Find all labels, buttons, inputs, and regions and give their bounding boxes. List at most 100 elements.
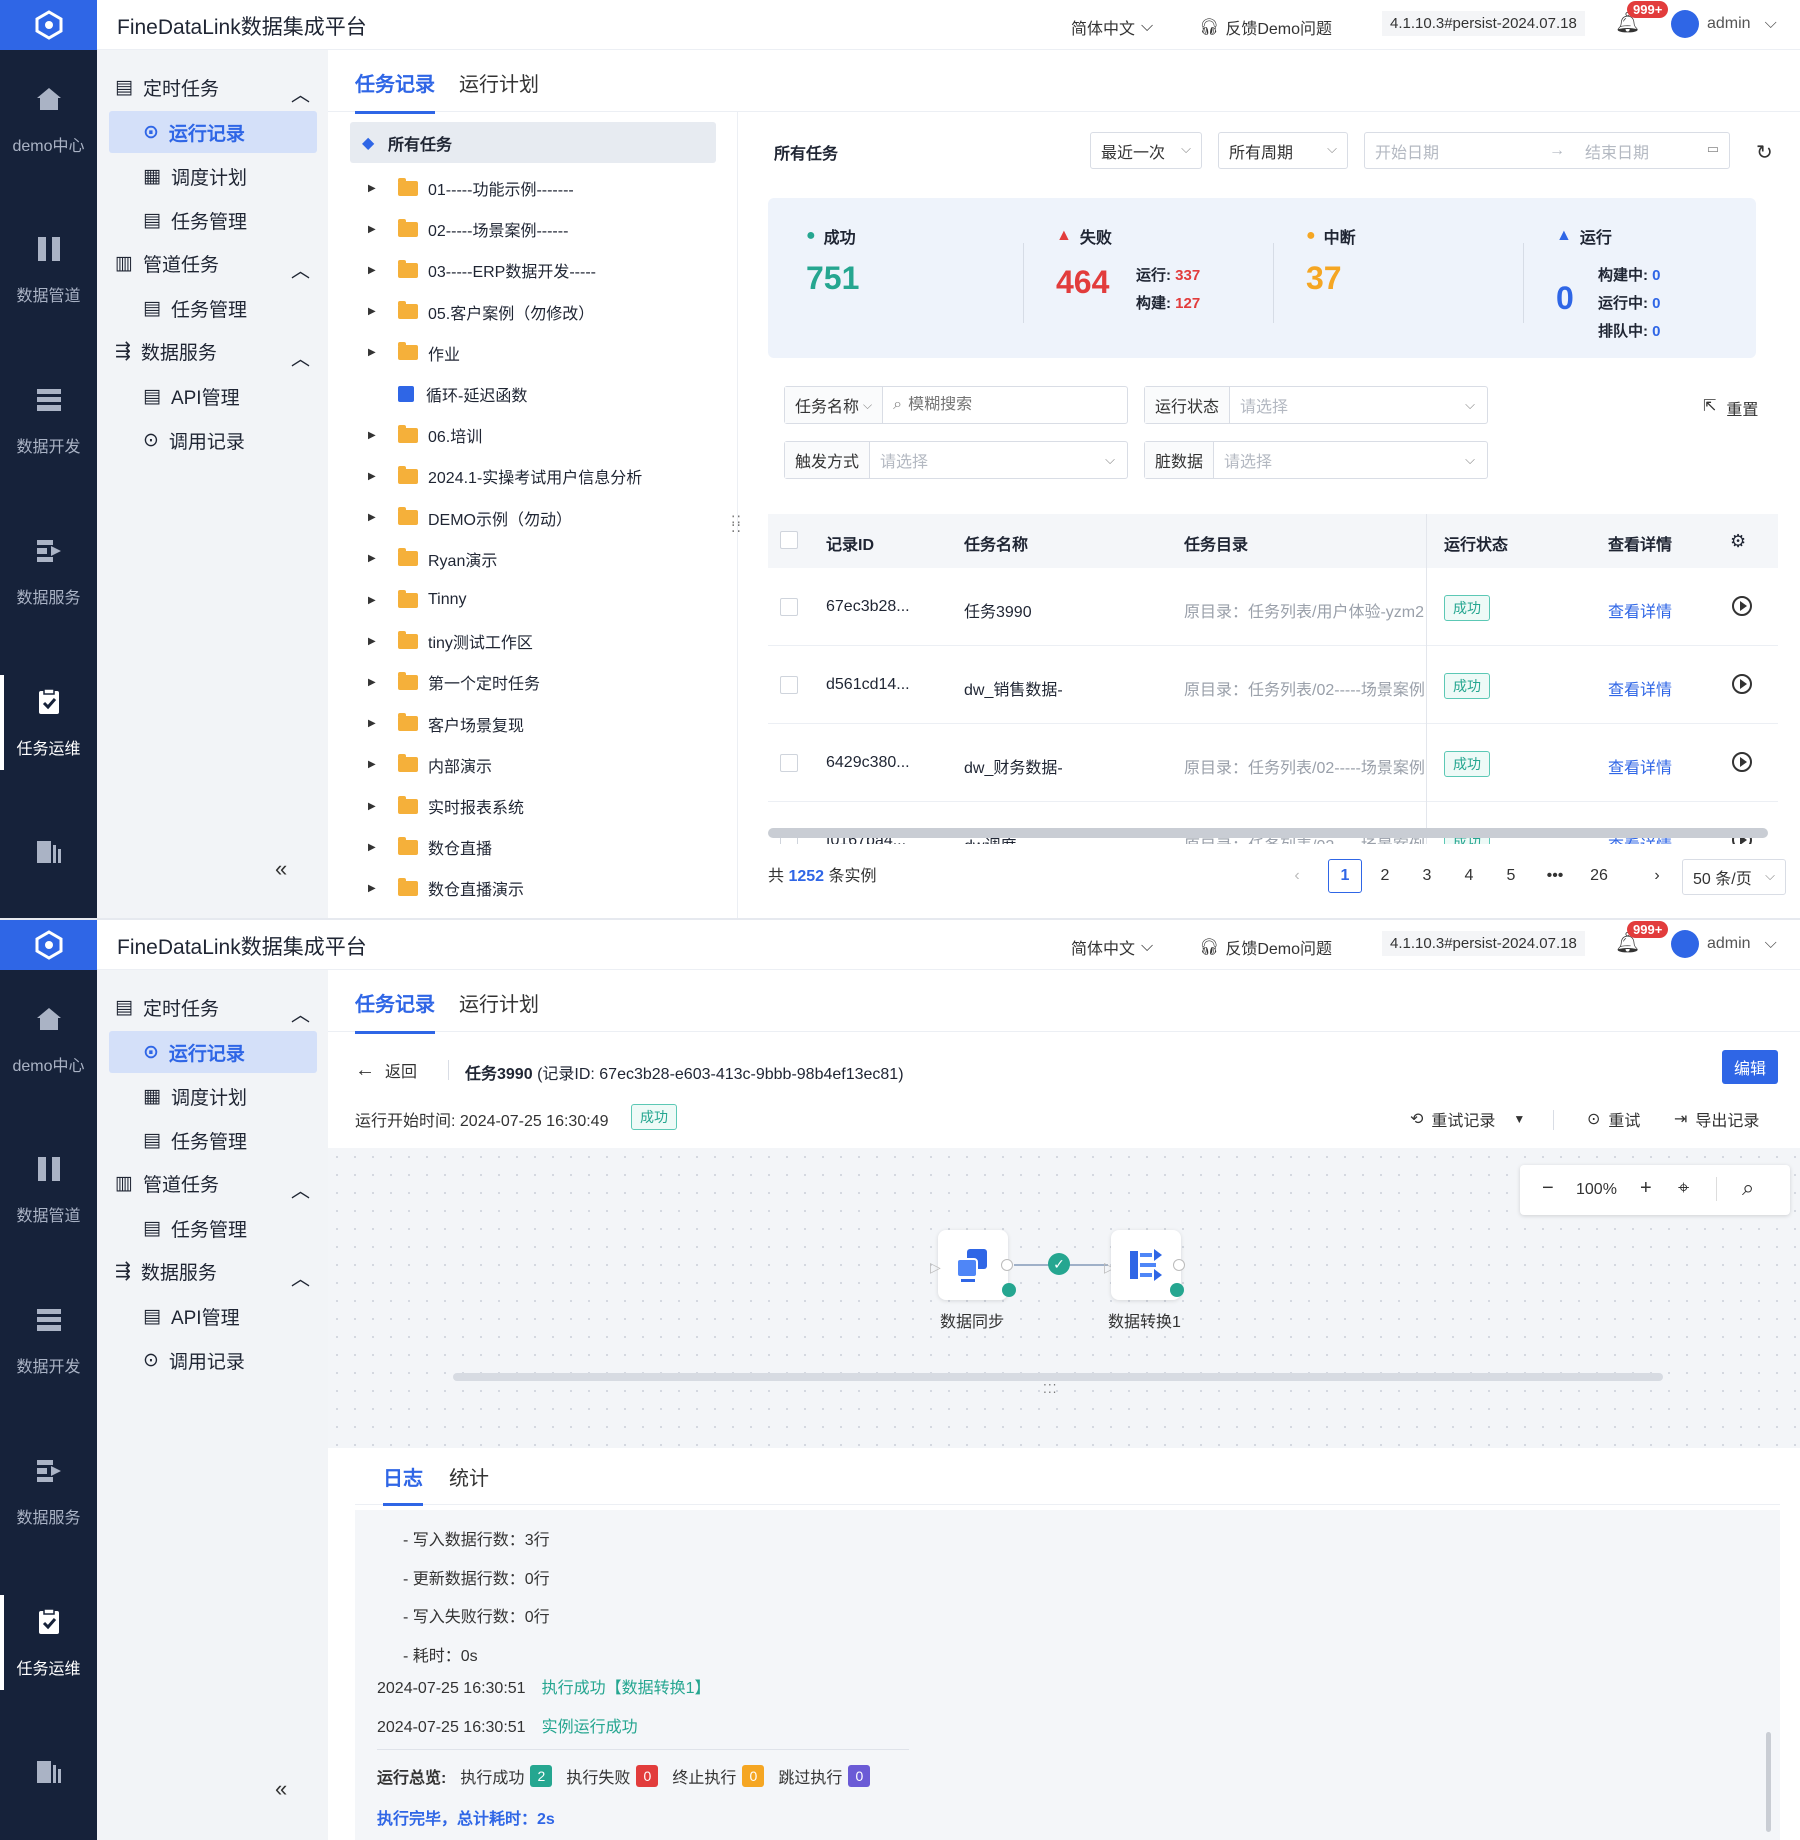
tab-run-plan[interactable]: 运行计划 xyxy=(459,988,539,1031)
page-button[interactable]: 5 xyxy=(1494,859,1528,893)
nav-group-data-service[interactable]: ⇶ 数据服务 ︿ xyxy=(115,1258,310,1290)
nav-group-data-service[interactable]: ⇶ 数据服务 ︿ xyxy=(115,338,310,370)
prev-page-button[interactable]: ‹ xyxy=(1280,859,1314,893)
tree-item[interactable]: ▶ Tinny xyxy=(368,585,467,615)
caret-right-icon[interactable]: ▶ xyxy=(368,636,382,647)
tree-item[interactable]: ▶ 作业 xyxy=(368,338,460,368)
language-selector[interactable]: 简体中文 ⌵ xyxy=(1071,935,1153,959)
page-ellipsis[interactable]: ••• xyxy=(1538,859,1572,893)
log-scrollbar[interactable] xyxy=(1766,1732,1771,1832)
caret-right-icon[interactable]: ▶ xyxy=(368,553,382,564)
rail-item-report[interactable] xyxy=(0,815,97,920)
caret-right-icon[interactable]: ▶ xyxy=(368,183,382,194)
nav-item-run-records[interactable]: ⊙ 运行记录 xyxy=(109,111,317,153)
row-checkbox[interactable] xyxy=(780,598,798,616)
nav-item-schedule-plan[interactable]: ▦ 调度计划 xyxy=(109,155,317,197)
page-button[interactable]: 1 xyxy=(1328,859,1362,893)
page-button[interactable]: 3 xyxy=(1410,859,1444,893)
table-row[interactable]: 67ec3b28... 任务3990 原目录：任务列表/用户体验-yzm2 成功 查看详… xyxy=(768,568,1778,646)
nav-item-pipeline-task-management[interactable]: ▤ 任务管理 xyxy=(109,287,317,329)
rail-item-demo[interactable]: demo中心 xyxy=(0,982,97,1092)
table-row[interactable]: 6429c380... dw_财务数据- 原目录：任务列表/02-----场景案例 成… xyxy=(768,724,1778,802)
caret-right-icon[interactable]: ▶ xyxy=(368,430,382,441)
horizontal-scrollbar[interactable] xyxy=(768,828,1768,838)
page-button[interactable]: 2 xyxy=(1368,859,1402,893)
tab-stats[interactable]: 统计 xyxy=(449,1462,489,1503)
tree-item[interactable]: ▶ Ryan演示 xyxy=(368,544,497,574)
caret-right-icon[interactable]: ▶ xyxy=(368,265,382,276)
tree-item[interactable]: ▶ 05.客户案例（勿修改） xyxy=(368,297,594,327)
rail-item-service[interactable]: 数据服务 xyxy=(0,1434,97,1544)
rail-item-pipeline[interactable]: 数据管道 xyxy=(0,212,97,322)
edit-button[interactable]: 编辑 xyxy=(1722,1050,1778,1084)
run-status-filter[interactable]: 运行状态 请选择 ⌵ xyxy=(1144,386,1488,424)
collapse-nav-button[interactable]: « xyxy=(275,1776,287,1802)
nav-item-call-records[interactable]: ⊙ 调用记录 xyxy=(109,419,317,461)
page-button[interactable]: 26 xyxy=(1582,859,1616,893)
zoom-out-button[interactable]: − xyxy=(1542,1177,1554,1200)
caret-right-icon[interactable]: ▶ xyxy=(368,883,382,894)
table-row[interactable]: d561cd14... dw_销售数据- 原目录：任务列表/02-----场景案例 成… xyxy=(768,646,1778,724)
play-circle-icon[interactable] xyxy=(1732,596,1752,616)
output-port[interactable] xyxy=(1173,1259,1185,1271)
next-page-button[interactable]: › xyxy=(1640,859,1674,893)
tree-item[interactable]: ▶ 数仓直播 xyxy=(368,832,492,862)
tab-task-records[interactable]: 任务记录 xyxy=(355,68,435,114)
cycle-select[interactable]: 所有周期 ⌵ xyxy=(1218,132,1348,169)
tree-item[interactable]: ▶ DEMO示例（勿动） xyxy=(368,503,572,533)
tree-item[interactable]: ▶ 06.培训 xyxy=(368,420,482,450)
caret-right-icon[interactable]: ▶ xyxy=(368,347,382,358)
language-selector[interactable]: 简体中文 ⌵ xyxy=(1071,15,1153,39)
caret-right-icon[interactable]: ▶ xyxy=(368,471,382,482)
rail-item-dev[interactable]: 数据开发 xyxy=(0,363,97,473)
start-date-input[interactable]: 开始日期 xyxy=(1375,139,1439,163)
nav-group-pipeline[interactable]: ▥ 管道任务 ︿ xyxy=(115,1170,310,1202)
tree-item[interactable]: ▶ 02-----场景案例------ xyxy=(368,214,568,244)
gear-icon[interactable]: ⚙︎ xyxy=(1730,531,1746,552)
canvas-scrollbar[interactable] xyxy=(453,1373,1663,1381)
avatar[interactable] xyxy=(1671,10,1699,38)
nav-item-schedule-plan[interactable]: ▦ 调度计划 xyxy=(109,1075,317,1117)
tab-log[interactable]: 日志 xyxy=(383,1462,423,1506)
zoom-in-button[interactable]: + xyxy=(1640,1177,1652,1200)
resize-handle[interactable]: ⁚⁚⁚ xyxy=(1043,1382,1057,1396)
task-name-search-input[interactable] xyxy=(902,396,1083,414)
nav-item-run-records[interactable]: ⊙ 运行记录 xyxy=(109,1031,317,1073)
view-detail-link[interactable]: 查看详情 xyxy=(1608,598,1672,622)
nav-item-task-management[interactable]: ▤ 任务管理 xyxy=(109,1119,317,1161)
caret-right-icon[interactable]: ▶ xyxy=(368,801,382,812)
dag-canvas[interactable]: − 100% + ⌖ ⌕ ▷ 数据同步 ✓ ▷ 数据转换1 ⁚⁚⁚ xyxy=(328,1148,1800,1448)
trigger-filter[interactable]: 触发方式 请选择 ⌵ xyxy=(784,441,1128,479)
node-data-sync[interactable] xyxy=(938,1230,1008,1300)
tree-item[interactable]: ▶ 2024.1-实操考试用户信息分析 xyxy=(368,461,642,491)
page-size-select[interactable]: 50 条/页 ⌵ xyxy=(1682,859,1786,895)
rail-item-demo[interactable]: demo中心 xyxy=(0,62,97,172)
user-menu[interactable]: admin ⌵ xyxy=(1707,15,1777,33)
rail-item-dev[interactable]: 数据开发 xyxy=(0,1283,97,1393)
app-logo[interactable] xyxy=(0,0,97,50)
nav-item-call-records[interactable]: ⊙ 调用记录 xyxy=(109,1339,317,1381)
caret-right-icon[interactable]: ▶ xyxy=(368,306,382,317)
caret-right-icon[interactable]: ▶ xyxy=(368,595,382,606)
tree-item[interactable]: ▶ tiny测试工作区 xyxy=(368,626,533,656)
nav-item-pipeline-task-management[interactable]: ▤ 任务管理 xyxy=(109,1207,317,1249)
rail-item-service[interactable]: 数据服务 xyxy=(0,514,97,624)
tree-item[interactable]: ▶ 数仓直播演示 xyxy=(368,873,524,903)
tree-item[interactable]: ▶ 03-----ERP数据开发----- xyxy=(368,255,596,285)
tree-root-all-tasks[interactable]: ◆ 所有任务 xyxy=(350,122,716,163)
rail-item-ops[interactable]: 任务运维 xyxy=(0,665,97,775)
caret-right-icon[interactable]: ▶ xyxy=(368,224,382,235)
search-icon[interactable]: ⌕ xyxy=(1742,1175,1754,1201)
caret-right-icon[interactable]: ▶ xyxy=(368,677,382,688)
end-date-input[interactable]: 结束日期 xyxy=(1585,139,1649,163)
user-menu[interactable]: admin ⌵ xyxy=(1707,935,1777,953)
feedback-link[interactable]: 🎧︎ 反馈Demo问题 xyxy=(1199,15,1332,39)
rail-item-report[interactable] xyxy=(0,1735,97,1840)
nav-group-scheduled[interactable]: ▤ 定时任务 ︿ xyxy=(115,994,310,1026)
tree-item[interactable]: ▶ 内部演示 xyxy=(368,750,492,780)
nav-item-api-management[interactable]: ▤ API管理 xyxy=(109,1295,317,1337)
view-detail-link[interactable]: 查看详情 xyxy=(1608,754,1672,778)
tab-run-plan[interactable]: 运行计划 xyxy=(459,68,539,111)
row-checkbox[interactable] xyxy=(780,676,798,694)
caret-right-icon[interactable]: ▶ xyxy=(368,759,382,770)
